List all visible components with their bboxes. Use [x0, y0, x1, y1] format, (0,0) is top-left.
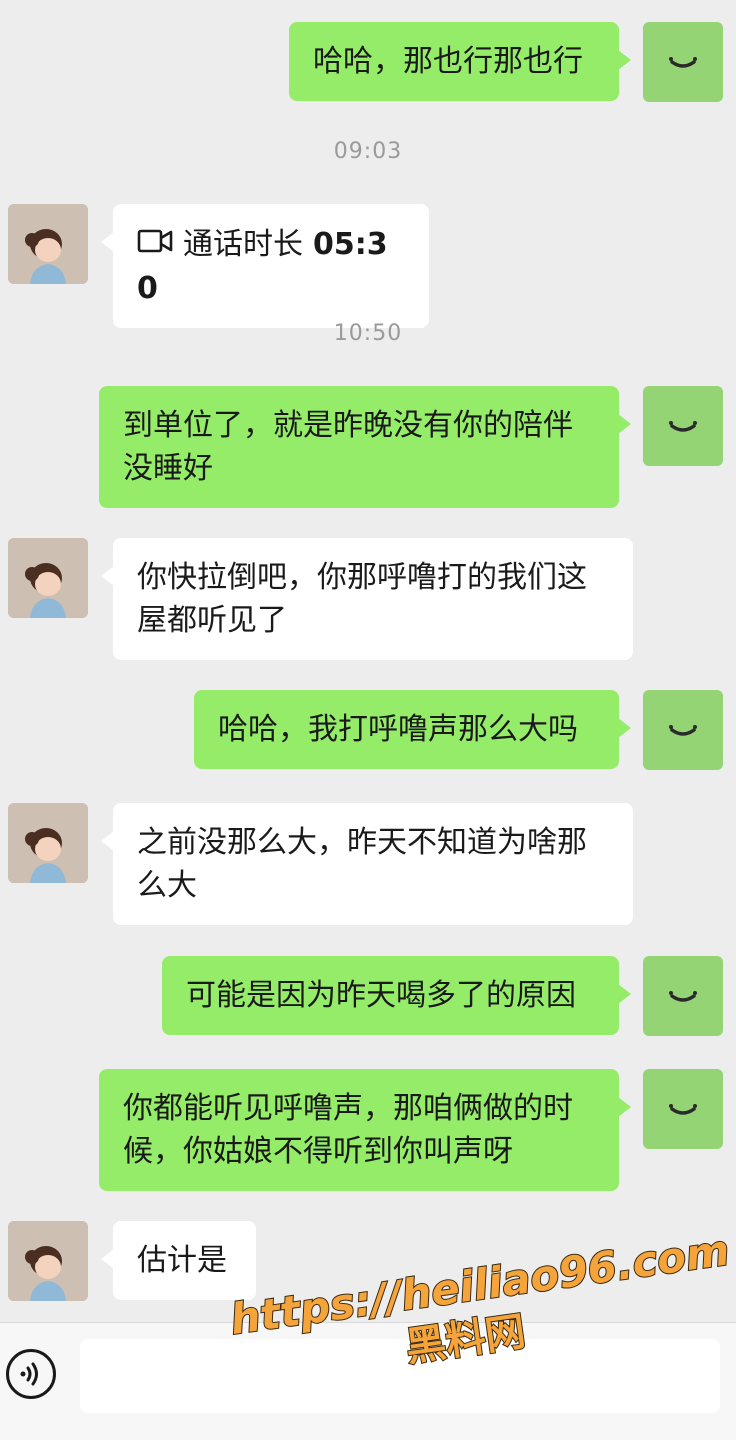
my-avatar[interactable] — [643, 690, 723, 770]
my-avatar[interactable] — [643, 1069, 723, 1149]
message-text: 哈哈，那也行那也行 — [313, 44, 583, 79]
call-record-bubble[interactable]: 通话时长 05:30 — [101, 204, 429, 328]
message-text: 之前没那么大，昨天不知道为啥那么大 — [137, 825, 587, 903]
my-avatar[interactable] — [643, 22, 723, 102]
my-message-bubble[interactable]: 哈哈，那也行那也行 — [289, 22, 631, 101]
my-message-bubble[interactable]: 可能是因为昨天喝多了的原因 — [162, 956, 631, 1035]
contact-avatar[interactable] — [8, 1221, 88, 1301]
peer-message-bubble[interactable]: 估计是 — [101, 1221, 256, 1300]
video-call-icon — [137, 223, 173, 266]
peer-message-bubble[interactable]: 你快拉倒吧，你那呼噜打的我们这屋都听见了 — [101, 538, 633, 660]
message-text: 估计是 — [137, 1243, 227, 1278]
contact-avatar[interactable] — [8, 204, 88, 284]
call-duration-label: 通话时长 — [183, 227, 303, 262]
timestamp: 10:50 — [333, 321, 403, 346]
message-text: 你快拉倒吧，你那呼噜打的我们这屋都听见了 — [137, 560, 587, 638]
message-input[interactable] — [80, 1339, 720, 1413]
contact-avatar[interactable] — [8, 803, 88, 883]
my-message-bubble[interactable]: 哈哈，我打呼噜声那么大吗 — [194, 690, 631, 769]
chat-area[interactable]: 哈哈，那也行那也行 09:03 通话时长 05:30 10:50 到单位了，就是… — [0, 0, 736, 1322]
message-text: 哈哈，我打呼噜声那么大吗 — [218, 712, 578, 747]
message-text: 到单位了，就是昨晚没有你的陪伴没睡好 — [123, 408, 573, 486]
my-message-bubble[interactable]: 你都能听见呼噜声，那咱俩做的时候，你姑娘不得听到你叫声呀 — [99, 1069, 631, 1191]
my-message-bubble[interactable]: 到单位了，就是昨晚没有你的陪伴没睡好 — [99, 386, 631, 508]
input-bar — [0, 1322, 736, 1440]
voice-mode-icon[interactable] — [6, 1349, 56, 1399]
message-text: 你都能听见呼噜声，那咱俩做的时候，你姑娘不得听到你叫声呀 — [123, 1091, 573, 1169]
my-avatar[interactable] — [643, 956, 723, 1036]
message-text: 可能是因为昨天喝多了的原因 — [186, 978, 576, 1013]
peer-message-bubble[interactable]: 之前没那么大，昨天不知道为啥那么大 — [101, 803, 633, 925]
timestamp: 09:03 — [333, 139, 403, 164]
my-avatar[interactable] — [643, 386, 723, 466]
contact-avatar[interactable] — [8, 538, 88, 618]
